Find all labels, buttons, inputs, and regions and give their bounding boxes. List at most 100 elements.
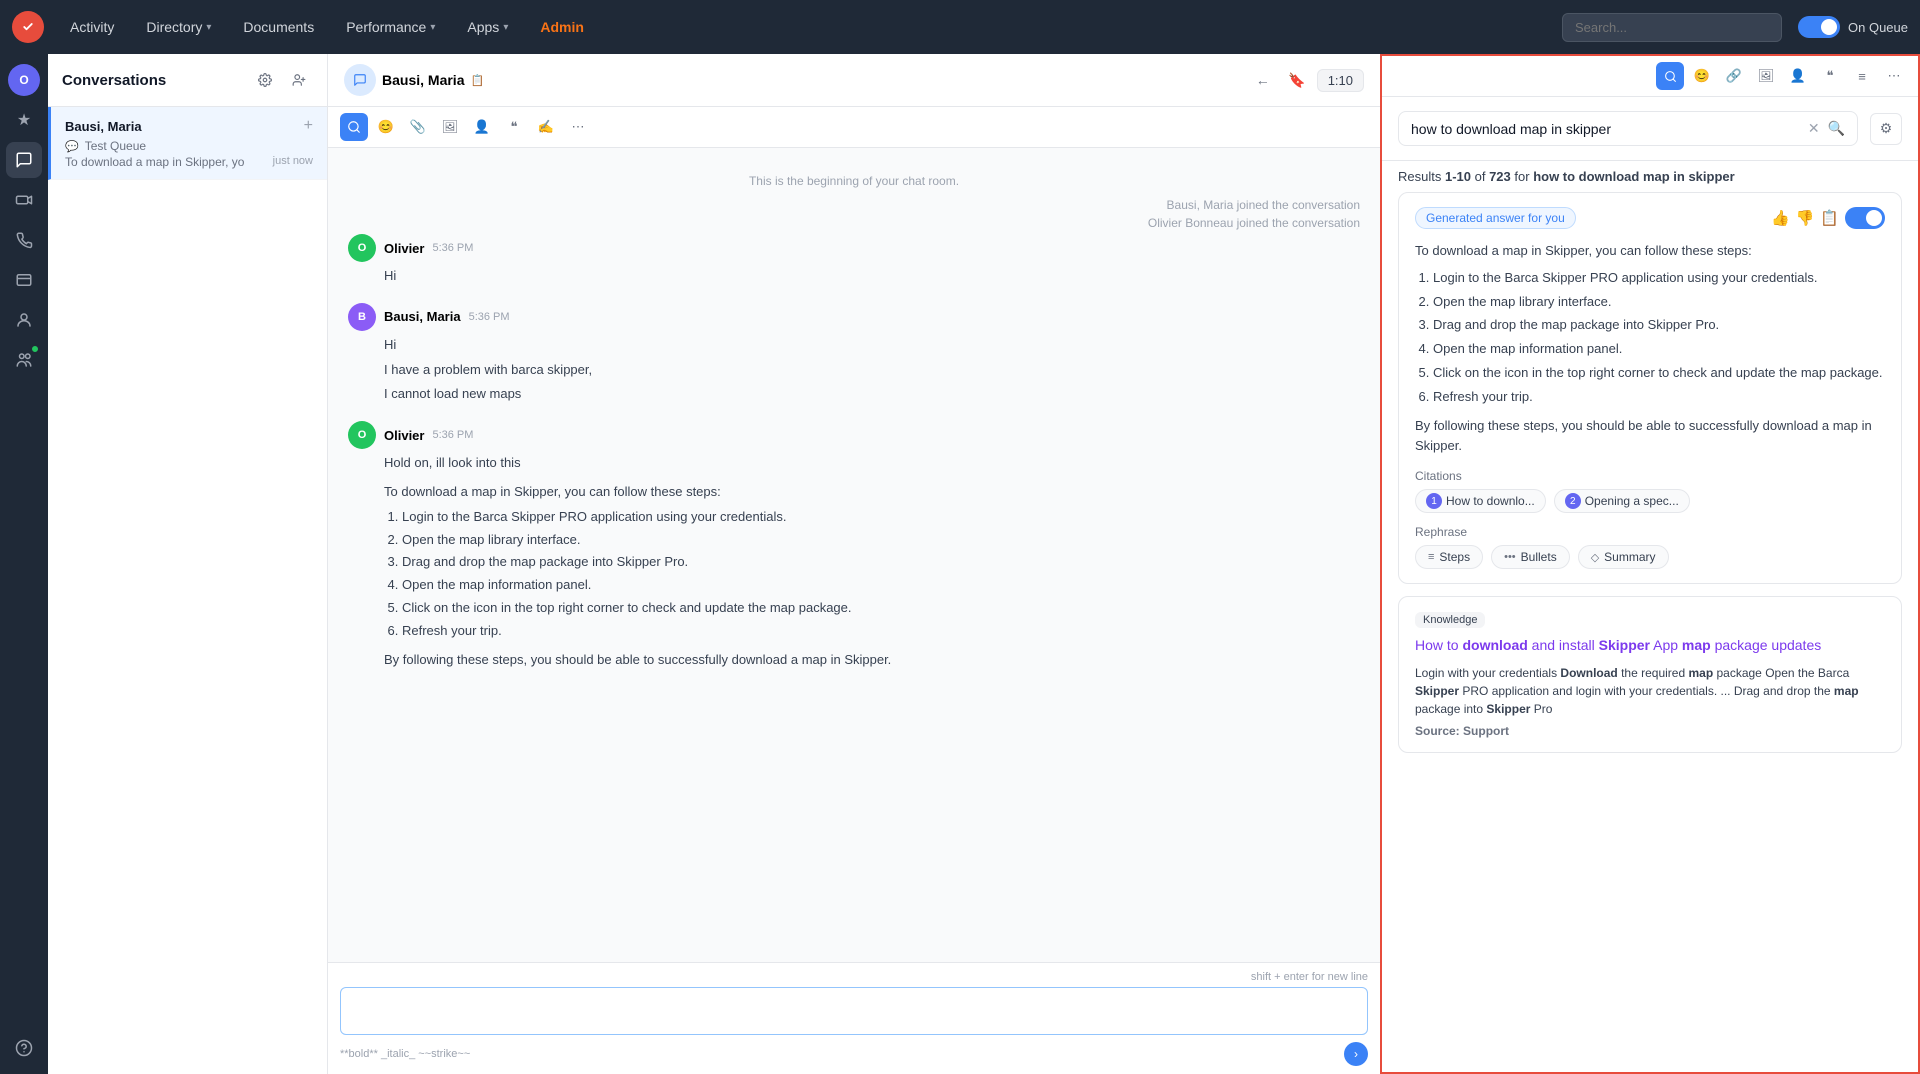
chat-header-copy[interactable]: 📋 [470,74,484,87]
thumbs-down-icon[interactable]: 👎 [1796,209,1815,227]
on-queue-toggle[interactable]: On Queue [1798,16,1908,38]
message-body: Hi I have a problem with barca skipper, … [348,335,1360,405]
ai-search-btn[interactable] [340,113,368,141]
bookmark-nav-btn[interactable]: 🔖 [1283,66,1311,94]
conversation-item[interactable]: Bausi, Maria + 💬 Test Queue To download … [48,107,327,180]
message-sender: Olivier [384,428,424,443]
back-nav-btn[interactable]: ← [1249,66,1277,94]
knowledge-result[interactable]: Knowledge How to download and install Sk… [1398,596,1902,753]
conversation-name: Bausi, Maria [65,119,142,134]
chat-toolbar: 😊 📎 🖼 👤 ❝ ✍ ⋯ [328,107,1380,148]
chat-header-name: Bausi, Maria [382,72,464,88]
rp-user-btn[interactable]: 👤 [1784,62,1812,90]
citation-num-1: 1 [1426,493,1442,509]
rephrase-summary-btn[interactable]: ◇ Summary [1578,545,1669,569]
global-search-input[interactable] [1562,13,1782,42]
message-group: O Olivier 5:36 PM Hi [348,234,1360,287]
sidebar-item-star[interactable]: ★ [6,102,42,138]
ai-search-input[interactable] [1411,121,1800,137]
shift-hint: shift + enter for new line [340,971,1368,983]
emoji-btn[interactable]: 😊 [372,113,400,141]
search-area: ✕ 🔍 ⚙ [1382,97,1918,161]
citation-chip-2[interactable]: 2 Opening a spec... [1554,489,1690,513]
send-button[interactable]: › [1344,1042,1368,1066]
avatar: O [348,421,376,449]
conversation-add-icon[interactable]: + [304,117,313,135]
message-time: 5:36 PM [469,311,510,323]
knowledge-badge: Knowledge [1415,612,1485,628]
ai-toggle-btn[interactable] [1845,207,1885,229]
chat-input[interactable] [340,987,1368,1035]
nav-documents[interactable]: Documents [229,13,328,41]
search-clear-icon[interactable]: ✕ [1808,120,1820,137]
nav-apps[interactable]: Apps ▾ [453,13,522,41]
conversation-preview: To download a map in Skipper, yo [65,155,244,169]
message-time: 5:36 PM [432,242,473,254]
sidebar-item-phone[interactable] [6,222,42,258]
signature-btn[interactable]: ✍ [532,113,560,141]
message-sender: Olivier [384,241,424,256]
nav-performance[interactable]: Performance ▾ [332,13,449,41]
conversation-sub: 💬 Test Queue [65,139,313,153]
sidebar-item-video[interactable] [6,182,42,218]
sidebar-item-contacts[interactable] [6,302,42,338]
sidebar-avatar[interactable]: O [6,62,42,98]
summary-icon: ◇ [1591,551,1599,564]
quote-btn[interactable]: ❝ [500,113,528,141]
message-group: B Bausi, Maria 5:36 PM Hi I have a probl… [348,303,1360,405]
rp-search-btn[interactable] [1656,62,1684,90]
chat-area: Bausi, Maria 📋 ← 🔖 1:10 😊 📎 🖼 👤 ❝ ✍ ⋯ [328,54,1380,1074]
on-queue-toggle-btn[interactable] [1798,16,1840,38]
chat-input-area: shift + enter for new line **bold** _ita… [328,962,1380,1074]
join-msg-2: Olivier Bonneau joined the conversation [348,216,1360,230]
sidebar-item-help[interactable] [6,1030,42,1066]
list-item: Refresh your trip. [1433,387,1885,408]
rp-list-btn[interactable]: ≡ [1848,62,1876,90]
citation-text-1: How to downlo... [1446,494,1535,508]
top-nav: Activity Directory ▾ Documents Performan… [0,0,1920,54]
list-item: Login to the Barca Skipper PRO applicati… [1433,268,1885,289]
ai-answer-text: To download a map in Skipper, you can fo… [1415,241,1885,457]
rephrase-steps-btn[interactable]: ≡ Steps [1415,545,1483,569]
chevron-down-icon: ▾ [503,22,508,33]
contact-btn[interactable]: 👤 [468,113,496,141]
nav-admin[interactable]: Admin [526,13,598,41]
search-submit-icon[interactable]: 🔍 [1828,120,1845,137]
messages-container: This is the beginning of your chat room.… [328,148,1380,962]
chat-sub-icon: 💬 [65,140,79,153]
rp-image-btn[interactable]: 🖼 [1752,62,1780,90]
main-layout: Conversations Bausi, Maria + 💬 Test Queu… [48,54,1920,1074]
more-btn[interactable]: ⋯ [564,113,592,141]
sidebar-item-team[interactable] [6,342,42,378]
time-badge: 1:10 [1317,69,1364,92]
rephrase-bullets-btn[interactable]: ••• Bullets [1491,545,1570,569]
rp-emoji-btn[interactable]: 😊 [1688,62,1716,90]
sidebar-bottom [6,1030,42,1074]
rp-link-btn[interactable]: 🔗 [1720,62,1748,90]
attach-btn[interactable]: 📎 [404,113,432,141]
sidebar-item-tickets[interactable] [6,262,42,298]
nav-directory[interactable]: Directory ▾ [132,13,225,41]
list-item: Open the map information panel. [1433,339,1885,360]
thumbs-up-icon[interactable]: 👍 [1771,209,1790,227]
citations-label: Citations [1415,469,1885,483]
results-total: 723 [1489,169,1511,184]
rp-quote-btn[interactable]: ❝ [1816,62,1844,90]
new-conversation-button[interactable] [285,66,313,94]
image-btn[interactable]: 🖼 [436,113,464,141]
settings-button[interactable] [251,66,279,94]
citation-chip-1[interactable]: 1 How to downlo... [1415,489,1546,513]
knowledge-excerpt: Login with your credentials Download the… [1415,664,1885,718]
copy-icon[interactable]: 📋 [1820,209,1839,227]
rephrase-steps-label: Steps [1439,550,1470,564]
sidebar-item-chat[interactable] [6,142,42,178]
conversations-panel: Conversations Bausi, Maria + 💬 Test Queu… [48,54,328,1074]
nav-activity[interactable]: Activity [56,13,128,41]
ai-answer-header: Generated answer for you 👍 👎 📋 [1415,207,1885,229]
bullets-icon: ••• [1504,551,1516,563]
filter-button[interactable]: ⚙ [1870,113,1902,145]
ai-answer-box: Generated answer for you 👍 👎 📋 To downlo… [1398,192,1902,584]
conversation-time: just now [273,155,313,167]
rp-more-btn[interactable]: ⋯ [1880,62,1908,90]
rephrase-section: Rephrase ≡ Steps ••• Bullets ◇ Summary [1415,525,1885,569]
